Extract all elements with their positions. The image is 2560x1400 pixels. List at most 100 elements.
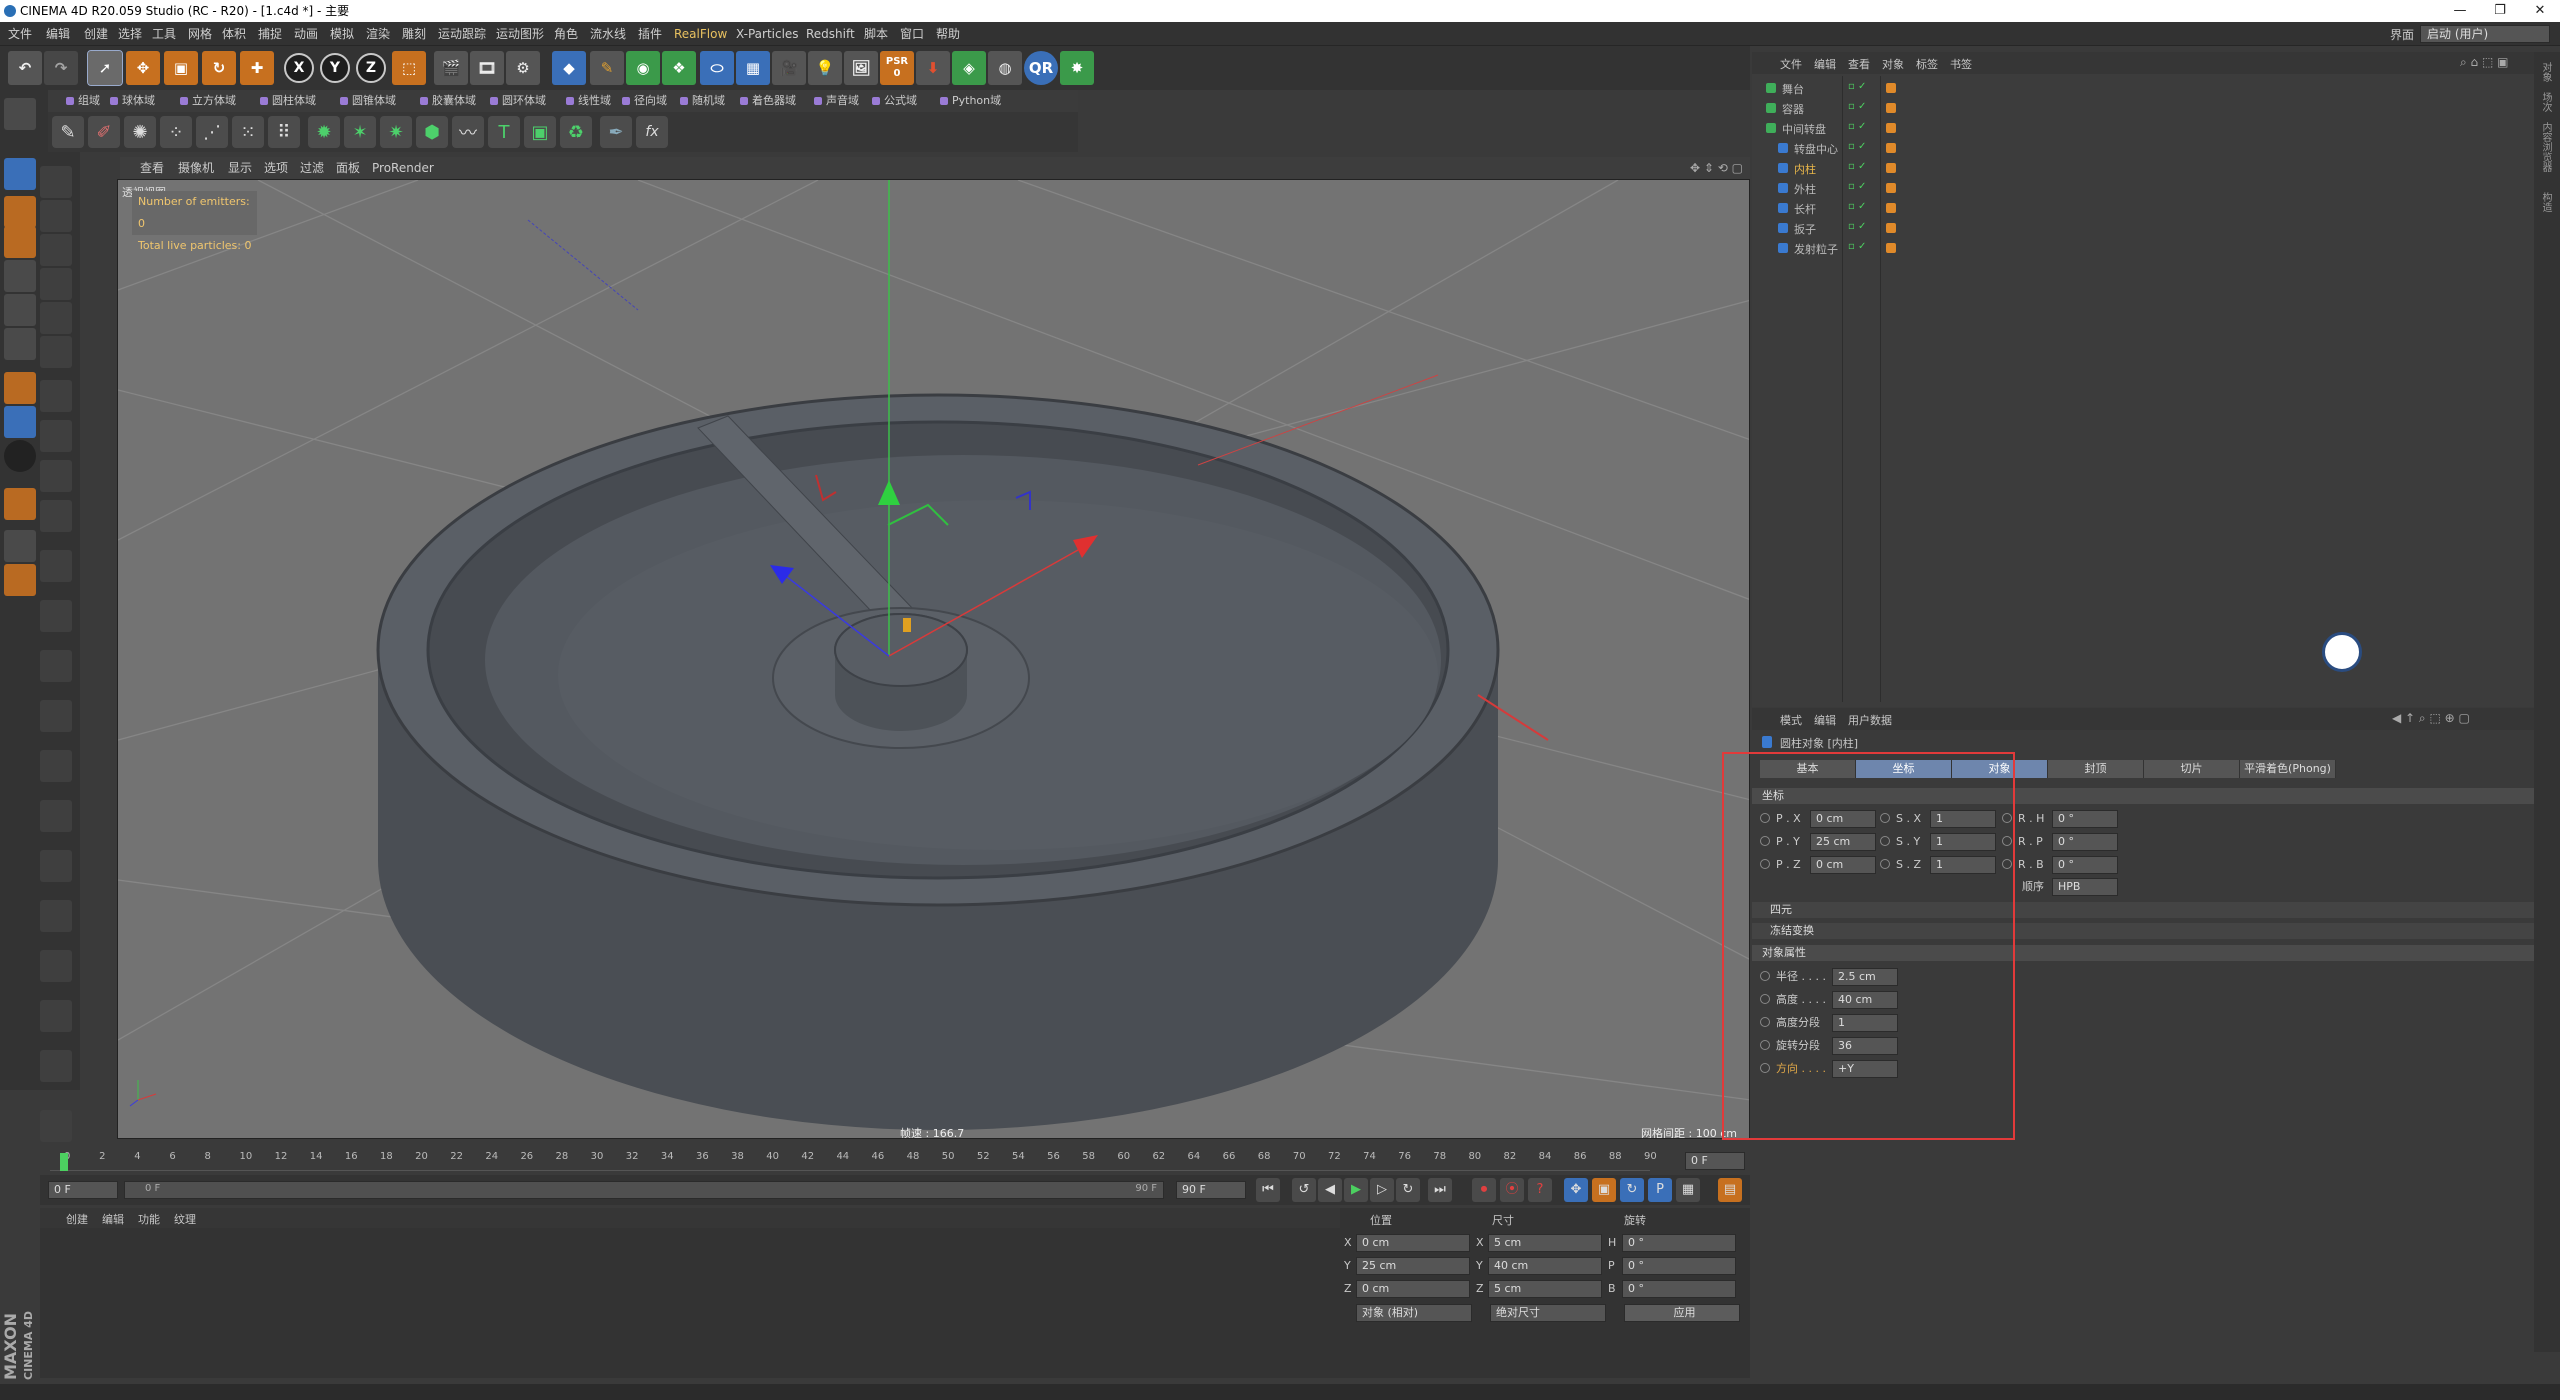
tag-icon[interactable] xyxy=(1886,223,1896,233)
goto-end-icon[interactable]: ⏭ xyxy=(1428,1178,1452,1202)
tab-basic[interactable]: 基本 xyxy=(1760,760,1856,778)
text-icon[interactable]: T xyxy=(488,116,520,148)
attr-sx-field[interactable]: 1 xyxy=(1930,810,1996,828)
recycle-icon[interactable]: ♻ xyxy=(560,116,592,148)
rotate-icon[interactable]: ↻ xyxy=(202,51,236,85)
tag-icon[interactable] xyxy=(1886,123,1896,133)
attr-sz-field[interactable]: 1 xyxy=(1930,856,1996,874)
obj-menu-bookmarks[interactable]: 书签 xyxy=(1950,56,1972,72)
iron-icon[interactable] xyxy=(40,800,72,832)
visibility-check-icon[interactable]: ▫ ✓ xyxy=(1848,241,1866,252)
field-sphere[interactable]: 球体域 xyxy=(108,92,155,110)
3d-viewport[interactable]: 透视视图 帧速 : 166.7 网格间距 : 100 cm xyxy=(117,179,1750,1139)
key-scale-icon[interactable]: ▣ xyxy=(1592,1178,1616,1202)
move-icon[interactable]: ✥ xyxy=(126,51,160,85)
prop-rotation-seg-field[interactable]: 36 xyxy=(1832,1037,1898,1055)
tab-slice[interactable]: 切片 xyxy=(2144,760,2240,778)
obj-menu-file[interactable]: 文件 xyxy=(1780,56,1802,72)
mat-menu-edit[interactable]: 编辑 xyxy=(102,1211,124,1227)
obj-menu-edit[interactable]: 编辑 xyxy=(1814,56,1836,72)
field-cylinder[interactable]: 圆柱体域 xyxy=(258,92,316,110)
help-icon[interactable] xyxy=(40,166,72,198)
object-row[interactable]: 扳子 ▫ ✓ xyxy=(1752,218,2560,238)
tag-icon[interactable] xyxy=(1886,103,1896,113)
subdivision-icon[interactable]: ◉ xyxy=(626,51,660,85)
anim-dot-icon[interactable] xyxy=(1760,859,1770,869)
field-shader[interactable]: 着色器域 xyxy=(738,92,796,110)
object-row[interactable]: 中间转盘 ▫ ✓ xyxy=(1752,118,2560,138)
range-slider[interactable]: 0 F 90 F xyxy=(124,1181,1164,1199)
field-python[interactable]: Python域 xyxy=(938,92,1001,110)
tab-phong[interactable]: 平滑着色(Phong) xyxy=(2240,760,2336,778)
field-random[interactable]: 随机域 xyxy=(678,92,725,110)
mat-menu-create[interactable]: 创建 xyxy=(66,1211,88,1227)
dissolve-icon[interactable] xyxy=(40,950,72,982)
field-box[interactable]: 立方体域 xyxy=(178,92,236,110)
coord-rot-h[interactable]: 0 ° xyxy=(1622,1234,1736,1252)
anim-dot-icon[interactable] xyxy=(1760,994,1770,1004)
obj-search-icon[interactable]: ⌕ ⌂ ⬚ ▣ xyxy=(2460,55,2508,70)
pen-icon[interactable]: ✎ xyxy=(590,51,624,85)
menu-xparticles[interactable]: X-Particles xyxy=(736,22,799,46)
coord-pos-x[interactable]: 0 cm xyxy=(1356,1234,1470,1252)
tab-object[interactable]: 对象 xyxy=(1952,760,2048,778)
brush-icon[interactable] xyxy=(40,336,72,368)
tag-icon[interactable] xyxy=(1886,243,1896,253)
attr-py-field[interactable]: 25 cm xyxy=(1810,833,1876,851)
snap-icon[interactable] xyxy=(4,440,36,472)
plugin-icon[interactable]: ✸ xyxy=(1060,51,1094,85)
menu-render[interactable]: 渲染 xyxy=(366,22,390,46)
field-formula[interactable]: 公式域 xyxy=(870,92,917,110)
prev-frame-icon[interactable]: ◀ xyxy=(1318,1178,1342,1202)
anim-dot-icon[interactable] xyxy=(1880,859,1890,869)
spline-pen-icon[interactable]: ✎ xyxy=(52,116,84,148)
rectangle-select-icon[interactable] xyxy=(40,268,72,300)
deformer-icon[interactable]: ⬭ xyxy=(700,51,734,85)
bevel-icon[interactable] xyxy=(40,500,72,532)
anim-dot-icon[interactable] xyxy=(1760,1017,1770,1027)
box-green-icon[interactable]: ▣ xyxy=(524,116,556,148)
anim-dot-icon[interactable] xyxy=(1760,1040,1770,1050)
visibility-check-icon[interactable]: ▫ ✓ xyxy=(1848,141,1866,152)
vp-menu-filter[interactable]: 过滤 xyxy=(300,157,324,179)
array-tool-icon[interactable] xyxy=(40,1050,72,1082)
vp-menu-view[interactable]: 查看 xyxy=(140,157,164,179)
workplane-icon[interactable] xyxy=(4,226,36,258)
sidebar-tab-content[interactable]: 内容浏览器 xyxy=(2538,122,2553,172)
lock-workplane-icon[interactable] xyxy=(4,530,36,562)
attr-rb-field[interactable]: 0 ° xyxy=(2052,856,2118,874)
object-row[interactable]: 外柱 ▫ ✓ xyxy=(1752,178,2560,198)
y-axis-lock-icon[interactable]: Y xyxy=(320,53,350,83)
menu-sculpt[interactable]: 雕刻 xyxy=(402,22,426,46)
menu-realflow[interactable]: RealFlow xyxy=(674,22,727,46)
arrow-down-icon[interactable]: ⬇ xyxy=(916,51,950,85)
coord-size-mode-select[interactable]: 绝对尺寸 xyxy=(1490,1304,1606,1322)
vp-menu-panel[interactable]: 面板 xyxy=(336,157,360,179)
sculpt-icon[interactable] xyxy=(40,600,72,632)
x-axis-lock-icon[interactable]: X xyxy=(284,53,314,83)
object-row[interactable]: 发射粒子 ▫ ✓ xyxy=(1752,238,2560,258)
anim-dot-icon[interactable] xyxy=(2002,813,2012,823)
key-pla-icon[interactable]: ▦ xyxy=(1676,1178,1700,1202)
coord-size-y[interactable]: 40 cm xyxy=(1488,1257,1602,1275)
sidebar-tab-objects[interactable]: 对象 xyxy=(2538,62,2553,82)
picture-icon[interactable]: 🖼 xyxy=(844,51,878,85)
spline-sketch-icon[interactable]: ✐ xyxy=(88,116,120,148)
attr-rp-field[interactable]: 0 ° xyxy=(2052,833,2118,851)
record-icon[interactable]: ⏺ xyxy=(1472,1178,1496,1202)
menu-file[interactable]: 文件 xyxy=(8,22,32,46)
diamond-icon[interactable]: ◈ xyxy=(952,51,986,85)
mat-menu-texture[interactable]: 纹理 xyxy=(174,1211,196,1227)
fx-icon[interactable]: fx xyxy=(636,116,668,148)
tag-icon[interactable] xyxy=(1886,163,1896,173)
menu-plugins[interactable]: 插件 xyxy=(638,22,662,46)
object-row[interactable]: 内柱 ▫ ✓ xyxy=(1752,158,2560,178)
field-group[interactable]: 组域 xyxy=(64,92,100,110)
grid-tool-icon[interactable] xyxy=(40,700,72,732)
vp-menu-prorender[interactable]: ProRender xyxy=(372,157,434,179)
menu-create[interactable]: 创建 xyxy=(84,22,108,46)
field-capsule[interactable]: 胶囊体域 xyxy=(418,92,476,110)
menu-help[interactable]: 帮助 xyxy=(936,22,960,46)
goto-start-icon[interactable]: ⏮ xyxy=(1256,1178,1280,1202)
camera-icon[interactable]: 🎥 xyxy=(772,51,806,85)
